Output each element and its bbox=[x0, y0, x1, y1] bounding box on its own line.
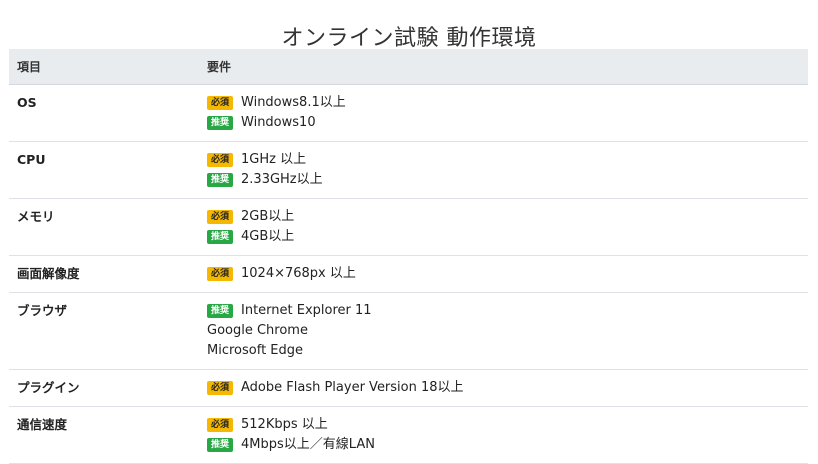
requirement-cell: 必須 1GHz 以上 推奨 2.33GHz以上 bbox=[199, 141, 808, 199]
requirement-line: Google Chrome bbox=[207, 321, 808, 341]
table-row-plugin: プラグイン 必須 Adobe Flash Player Version 18以上 bbox=[9, 369, 808, 407]
requirement-line: 推奨 4Mbps以上／有線LAN bbox=[207, 435, 808, 455]
required-badge: 必須 bbox=[207, 417, 234, 432]
requirement-line: 推奨 4GB以上 bbox=[207, 227, 808, 247]
requirement-text: 4Mbps以上／有線LAN bbox=[241, 436, 375, 452]
table-row-os: OS 必須 Windows8.1以上 推奨 Windows10 bbox=[9, 84, 808, 142]
requirement-cell: 推奨 Internet Explorer 11 Google Chrome Mi… bbox=[199, 292, 808, 370]
requirement-cell: 必須 2GB以上 推奨 4GB以上 bbox=[199, 198, 808, 256]
recommended-badge: 推奨 bbox=[207, 115, 234, 130]
requirement-line: 必須 1024×768px 以上 bbox=[207, 264, 808, 284]
header-requirement: 要件 bbox=[199, 49, 808, 85]
table-header: 項目 要件 bbox=[9, 49, 808, 85]
item-label: CPU bbox=[9, 141, 199, 199]
requirement-text: Google Chrome bbox=[207, 322, 308, 338]
requirements-table: 項目 要件 OS 必須 Windows8.1以上 推奨 Windows10 CP… bbox=[9, 49, 808, 464]
required-badge: 必須 bbox=[207, 95, 234, 110]
item-label: 通信速度 bbox=[9, 406, 199, 464]
requirement-text: 4GB以上 bbox=[241, 228, 295, 244]
recommended-badge: 推奨 bbox=[207, 172, 234, 187]
table-header-row: 項目 要件 bbox=[9, 49, 808, 85]
requirement-cell: 必須 Adobe Flash Player Version 18以上 bbox=[199, 369, 808, 407]
table-row-resolution: 画面解像度 必須 1024×768px 以上 bbox=[9, 255, 808, 293]
item-label: プラグイン bbox=[9, 369, 199, 407]
requirement-cell: 必須 Windows8.1以上 推奨 Windows10 bbox=[199, 84, 808, 142]
item-label: 画面解像度 bbox=[9, 255, 199, 293]
requirement-line: Microsoft Edge bbox=[207, 341, 808, 361]
header-item: 項目 bbox=[9, 49, 199, 85]
requirement-line: 推奨 Internet Explorer 11 bbox=[207, 301, 808, 321]
requirement-cell: 必須 512Kbps 以上 推奨 4Mbps以上／有線LAN bbox=[199, 406, 808, 464]
recommended-badge: 推奨 bbox=[207, 229, 234, 244]
requirement-cell: 必須 1024×768px 以上 bbox=[199, 255, 808, 293]
required-badge: 必須 bbox=[207, 209, 234, 224]
requirement-text: Microsoft Edge bbox=[207, 342, 304, 358]
requirement-text: 1024×768px 以上 bbox=[241, 265, 356, 281]
requirement-line: 推奨 2.33GHz以上 bbox=[207, 170, 808, 190]
page: オンライン試験 動作環境 項目 要件 OS 必須 Windows8.1以上 推奨 bbox=[0, 0, 818, 464]
required-badge: 必須 bbox=[207, 266, 234, 281]
item-label: OS bbox=[9, 84, 199, 142]
requirement-line: 必須 Windows8.1以上 bbox=[207, 93, 808, 113]
requirement-line: 必須 2GB以上 bbox=[207, 207, 808, 227]
table-row-browser: ブラウザ 推奨 Internet Explorer 11 Google Chro… bbox=[9, 292, 808, 370]
recommended-badge: 推奨 bbox=[207, 303, 234, 318]
table-row-connection-speed: 通信速度 必須 512Kbps 以上 推奨 4Mbps以上／有線LAN bbox=[9, 406, 808, 464]
requirement-line: 必須 1GHz 以上 bbox=[207, 150, 808, 170]
required-badge: 必須 bbox=[207, 152, 234, 167]
requirement-text: Windows8.1以上 bbox=[241, 94, 346, 110]
recommended-badge: 推奨 bbox=[207, 437, 234, 452]
table-row-memory: メモリ 必須 2GB以上 推奨 4GB以上 bbox=[9, 198, 808, 256]
requirement-line: 必須 Adobe Flash Player Version 18以上 bbox=[207, 378, 808, 398]
item-label: ブラウザ bbox=[9, 292, 199, 370]
item-label: メモリ bbox=[9, 198, 199, 256]
requirement-line: 推奨 Windows10 bbox=[207, 113, 808, 133]
requirement-text: Internet Explorer 11 bbox=[241, 302, 372, 318]
requirement-text: Adobe Flash Player Version 18以上 bbox=[241, 379, 464, 395]
requirement-text: Windows10 bbox=[241, 114, 316, 130]
requirement-text: 1GHz 以上 bbox=[241, 151, 307, 167]
requirement-text: 512Kbps 以上 bbox=[241, 416, 328, 432]
table-row-cpu: CPU 必須 1GHz 以上 推奨 2.33GHz以上 bbox=[9, 141, 808, 199]
requirement-text: 2.33GHz以上 bbox=[241, 171, 323, 187]
requirement-text: 2GB以上 bbox=[241, 208, 295, 224]
required-badge: 必須 bbox=[207, 380, 234, 395]
requirement-line: 必須 512Kbps 以上 bbox=[207, 415, 808, 435]
